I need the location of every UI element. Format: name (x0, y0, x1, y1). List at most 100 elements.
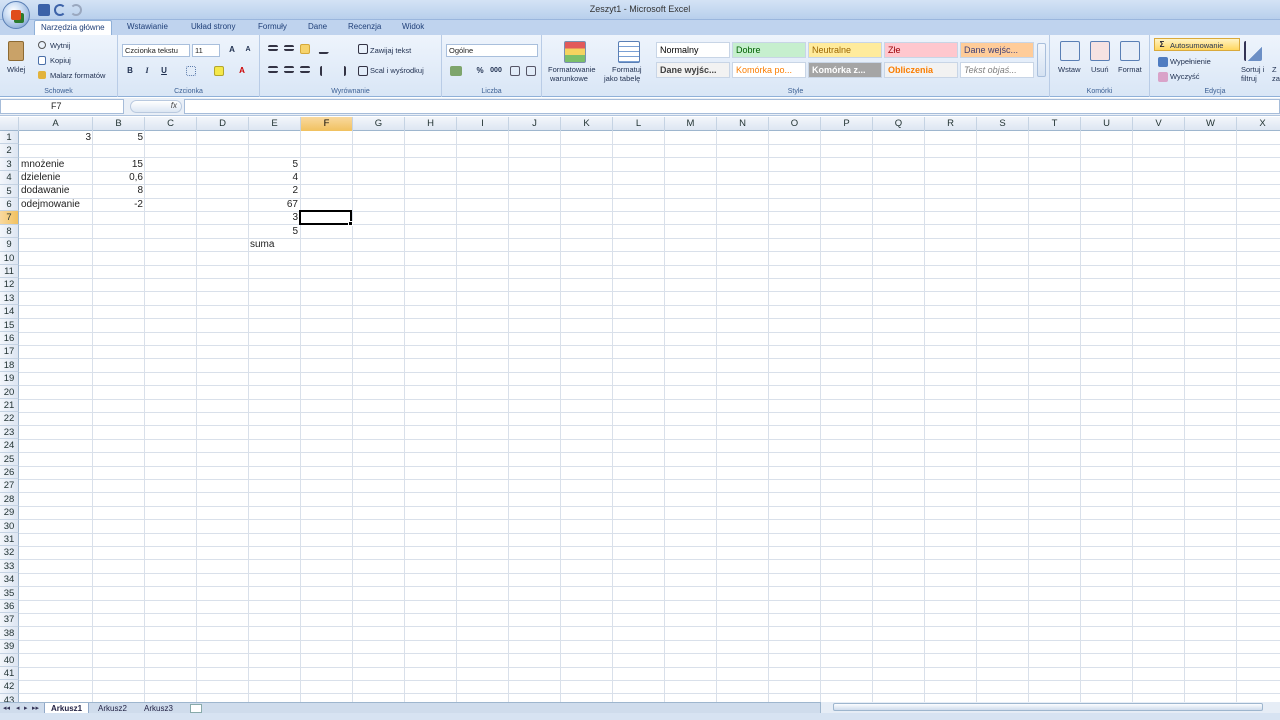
clear-button[interactable]: Wyczyść (1170, 72, 1200, 81)
column-header-F[interactable]: F (301, 117, 353, 131)
style-good[interactable]: Dobre (732, 42, 806, 58)
column-header-X[interactable]: X (1237, 117, 1280, 131)
row-header-35[interactable]: 35 (0, 586, 19, 600)
font-color-icon[interactable]: A (236, 65, 248, 77)
horizontal-scrollbar[interactable] (820, 702, 1280, 713)
row-header-25[interactable]: 25 (0, 452, 19, 466)
conditional-format-label-2[interactable]: warunkowe (550, 74, 588, 83)
first-sheet-icon[interactable]: ◂◂ (3, 704, 10, 712)
tab-home[interactable]: Narzędzia główne (34, 20, 112, 35)
row-header-38[interactable]: 38 (0, 626, 19, 641)
row-header-15[interactable]: 15 (0, 318, 19, 332)
row-header-36[interactable]: 36 (0, 600, 19, 614)
insert-cells-button[interactable]: Wstaw (1058, 65, 1081, 74)
row-header-30[interactable]: 30 (0, 519, 19, 533)
fill-handle[interactable] (348, 221, 353, 226)
increase-decimal-icon[interactable] (510, 66, 520, 76)
row-header-26[interactable]: 26 (0, 466, 19, 480)
row-header-5[interactable]: 5 (0, 184, 19, 198)
row-header-16[interactable]: 16 (0, 332, 19, 346)
cut-button[interactable]: Wytnij (50, 41, 70, 50)
tab-view[interactable]: Widok (399, 22, 427, 31)
cell-B3[interactable]: 15 (93, 158, 145, 171)
cell-E5[interactable]: 2 (248, 184, 300, 197)
format-cells-button[interactable]: Format (1118, 65, 1142, 74)
row-header-18[interactable]: 18 (0, 358, 19, 373)
row-header-14[interactable]: 14 (0, 305, 19, 319)
cell-E8[interactable]: 5 (248, 225, 300, 238)
select-all-corner[interactable] (0, 117, 19, 131)
style-normal[interactable]: Normalny (656, 42, 730, 58)
wrap-text-button[interactable]: Zawijaj tekst (370, 46, 411, 55)
grow-font-icon[interactable]: A (226, 44, 238, 56)
column-header-P[interactable]: P (821, 117, 873, 131)
fill-button[interactable]: Wypełnienie (1170, 57, 1211, 66)
column-header-B[interactable]: B (93, 117, 145, 131)
borders-icon[interactable] (186, 66, 196, 76)
row-header-2[interactable]: 2 (0, 144, 19, 158)
style-output[interactable]: Dane wyjśc... (656, 62, 730, 78)
row-header-9[interactable]: 9 (0, 238, 19, 252)
row-header-19[interactable]: 19 (0, 372, 19, 386)
column-header-G[interactable]: G (353, 117, 405, 131)
row-header-12[interactable]: 12 (0, 278, 19, 292)
row-header-28[interactable]: 28 (0, 492, 19, 507)
column-header-K[interactable]: K (561, 117, 613, 131)
cell-B1[interactable]: 5 (93, 131, 145, 144)
column-header-H[interactable]: H (405, 117, 457, 131)
cell-E7[interactable]: 3 (248, 211, 300, 224)
format-as-table-label-1[interactable]: Formatuj (612, 65, 642, 74)
tab-data[interactable]: Dane (305, 22, 330, 31)
row-header-10[interactable]: 10 (0, 251, 19, 265)
column-header-W[interactable]: W (1185, 117, 1237, 131)
style-explanatory[interactable]: Tekst objaś... (960, 62, 1034, 78)
align-top-icon[interactable] (268, 45, 278, 51)
row-header-29[interactable]: 29 (0, 506, 19, 520)
row-header-7[interactable]: 7 (0, 211, 19, 225)
style-input[interactable]: Dane wejśc... (960, 42, 1034, 58)
format-as-table-label-2[interactable]: jako tabelę (604, 74, 640, 83)
cell-A1[interactable]: 3 (19, 131, 93, 144)
align-bottom-icon[interactable] (300, 44, 310, 54)
row-header-4[interactable]: 4 (0, 171, 19, 185)
row-header-17[interactable]: 17 (0, 345, 19, 359)
thousands-button[interactable]: 000 (488, 65, 504, 77)
column-header-D[interactable]: D (197, 117, 249, 131)
conditional-format-icon[interactable] (564, 41, 586, 63)
find-select-label-2[interactable]: za (1272, 74, 1280, 83)
row-header-1[interactable]: 1 (0, 131, 19, 145)
row-header-32[interactable]: 32 (0, 546, 19, 560)
row-header-33[interactable]: 33 (0, 559, 19, 574)
sort-filter-label-2[interactable]: filtruj (1241, 74, 1257, 83)
cell-E6[interactable]: 67 (248, 198, 300, 211)
currency-icon[interactable] (450, 66, 462, 76)
decrease-decimal-icon[interactable] (526, 66, 536, 76)
cell-A3[interactable]: mnożenie (21, 158, 64, 171)
sort-filter-label-1[interactable]: Sortuj i (1241, 65, 1264, 74)
merge-center-button[interactable]: Scal i wyśrodkuj (370, 66, 424, 75)
underline-button[interactable]: U (158, 65, 170, 77)
row-header-21[interactable]: 21 (0, 399, 19, 413)
style-bad[interactable]: Złe (884, 42, 958, 58)
styles-scroll-icon[interactable] (1037, 43, 1046, 77)
align-left-icon[interactable] (268, 66, 278, 73)
column-header-A[interactable]: A (19, 117, 93, 131)
row-header-13[interactable]: 13 (0, 291, 19, 306)
delete-cells-icon[interactable] (1090, 41, 1110, 61)
delete-cells-button[interactable]: Usuń (1091, 65, 1109, 74)
sort-filter-icon[interactable] (1244, 41, 1262, 61)
style-calculation[interactable]: Obliczenia (884, 62, 958, 78)
row-header-22[interactable]: 22 (0, 412, 19, 426)
row-header-3[interactable]: 3 (0, 157, 19, 172)
row-header-20[interactable]: 20 (0, 385, 19, 399)
format-painter-button[interactable]: Malarz formatów (50, 71, 105, 80)
paste-icon[interactable] (8, 41, 24, 61)
column-header-N[interactable]: N (717, 117, 769, 131)
cell-A6[interactable]: odejmowanie (21, 198, 80, 211)
name-box[interactable]: F7 (0, 99, 124, 114)
cell-E3[interactable]: 5 (248, 158, 300, 171)
row-header-39[interactable]: 39 (0, 640, 19, 654)
column-header-U[interactable]: U (1081, 117, 1133, 131)
find-select-label-1[interactable]: Z (1272, 65, 1277, 74)
cell-B6[interactable]: -2 (93, 198, 145, 211)
